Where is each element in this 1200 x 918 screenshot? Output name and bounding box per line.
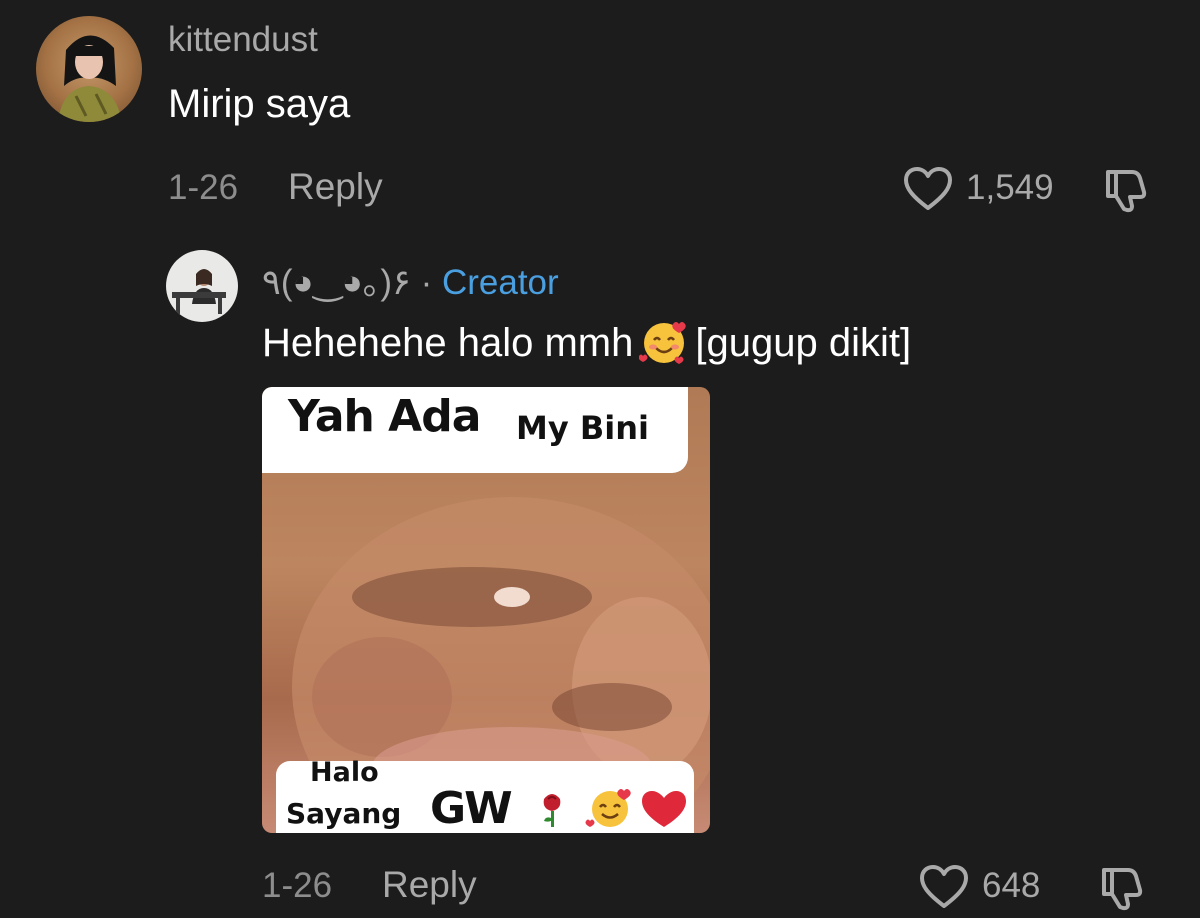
like-count: 648 <box>982 866 1041 905</box>
reply-text-tag: [gugup dikit] <box>695 321 912 365</box>
red-heart-icon <box>642 791 686 827</box>
sticker-emoji-row <box>543 789 686 827</box>
user-avatar[interactable] <box>36 16 142 122</box>
creator-avatar[interactable] <box>166 250 238 322</box>
separator-dot: · <box>420 263 433 302</box>
creator-badge: Creator <box>441 263 559 302</box>
heart-icon[interactable] <box>918 864 970 910</box>
sticker-image[interactable]: Yah Ada My Bini Halo Sayang GW <box>262 387 710 833</box>
reply-button[interactable]: Reply <box>288 166 383 208</box>
smiling-face-with-hearts-icon <box>585 789 631 827</box>
reply-text-main: Hehehehe halo mmh <box>262 321 634 365</box>
thumbs-down-icon[interactable] <box>1096 864 1148 912</box>
sticker-text-yah-ada: Yah Ada <box>288 391 481 442</box>
rose-icon <box>543 794 561 827</box>
sticker-text-sayang: Sayang <box>286 797 402 830</box>
comment-text: Mirip saya <box>168 82 351 126</box>
reply-comment-text: Hehehehe halo mmh [gugup dikit] <box>262 316 911 366</box>
sticker-text-gw: GW <box>430 783 513 833</box>
avatar-photo-icon <box>58 35 122 122</box>
heart-icon[interactable] <box>902 166 954 212</box>
reply-button[interactable]: Reply <box>382 864 477 906</box>
thumbs-down-icon[interactable] <box>1100 166 1152 214</box>
smiling-face-with-hearts-icon <box>638 316 689 366</box>
comment-date: 1-26 <box>168 168 239 207</box>
avatar-photo-icon <box>172 269 226 314</box>
like-count: 1,549 <box>966 168 1054 207</box>
reply-username[interactable]: ٩(◕‿◕｡)۶ <box>262 263 411 302</box>
reply-date: 1-26 <box>262 866 333 905</box>
reply-username-row: ٩(◕‿◕｡)۶ · Creator <box>262 254 559 305</box>
comment-username[interactable]: kittendust <box>168 20 318 60</box>
sticker-text-my-bini: My Bini <box>516 409 649 447</box>
sticker-text-halo: Halo <box>310 757 379 788</box>
